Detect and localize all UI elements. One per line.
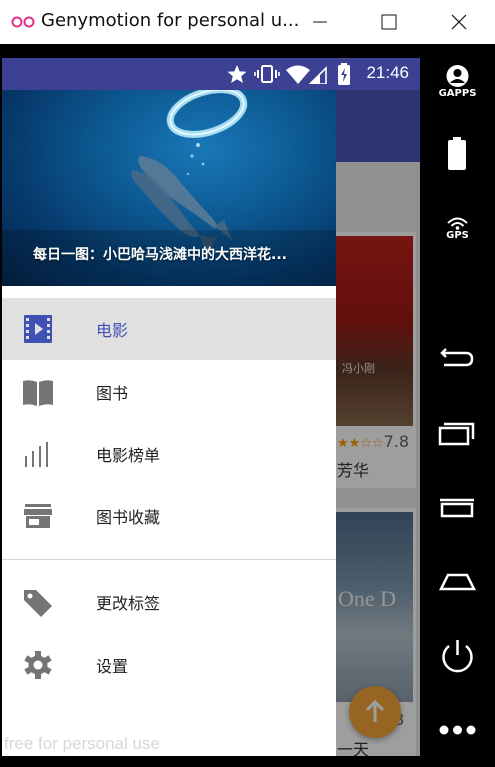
daily-image-caption: 每日一图：小巴哈马浅滩中的大西洋花... xyxy=(33,247,287,263)
menu-icon xyxy=(440,498,474,518)
settings-gear-icon xyxy=(24,651,52,679)
gps-label: GPS xyxy=(446,230,469,241)
gps-icon xyxy=(447,217,468,230)
drawer-item-change-tags[interactable]: 更改标签 xyxy=(2,571,336,633)
gapps-label: GAPPS xyxy=(438,88,477,99)
power-icon xyxy=(442,640,473,673)
maximize-button[interactable] xyxy=(353,0,423,44)
more-icon xyxy=(439,725,476,735)
device-screen: 冯小刚 ★★☆☆7.8 芳华 One D 8 一天 xyxy=(2,58,420,756)
drawer-scrim[interactable] xyxy=(336,162,420,756)
window-titlebar: Genymotion for personal u... xyxy=(0,0,495,44)
drawer-item-label: 设置 xyxy=(96,657,129,676)
maximize-icon xyxy=(381,14,397,30)
star-icon xyxy=(227,65,247,83)
gps-button[interactable]: GPS xyxy=(420,214,495,244)
home-button[interactable] xyxy=(420,570,495,592)
battery-button[interactable] xyxy=(420,136,495,172)
close-button[interactable] xyxy=(423,0,493,44)
back-button[interactable] xyxy=(420,344,495,374)
drawer-item-label: 更改标签 xyxy=(96,594,161,613)
battery-charging-icon xyxy=(338,63,350,85)
drawer-item-book-collection[interactable]: 图书收藏 xyxy=(2,485,336,547)
gapps-button[interactable]: GAPPS xyxy=(420,62,495,104)
status-time: 21:46 xyxy=(366,63,409,82)
battery-icon xyxy=(448,137,466,170)
close-icon xyxy=(451,14,467,30)
drawer-header-image: 每日一图：小巴哈马浅滩中的大西洋花... xyxy=(2,90,336,286)
minimize-button[interactable] xyxy=(285,0,355,44)
signal-icon xyxy=(308,66,327,84)
recent-apps-icon xyxy=(438,422,475,446)
drawer-item-movie-charts[interactable]: 电影榜单 xyxy=(2,423,336,485)
drawer-item-settings[interactable]: 设置 xyxy=(2,634,336,696)
tag-icon xyxy=(24,590,52,617)
watermark: free for personal use xyxy=(4,734,160,753)
window-title: Genymotion for personal u... xyxy=(41,10,300,31)
drawer-item-label: 电影榜单 xyxy=(96,446,161,465)
android-menu-button[interactable] xyxy=(420,496,495,518)
drawer-divider xyxy=(2,559,336,560)
drawer-item-movies[interactable]: 电影 xyxy=(2,298,336,360)
drawer-item-label: 电影 xyxy=(96,321,129,340)
store-icon xyxy=(24,504,52,528)
status-bar: 21:46 xyxy=(2,58,420,90)
book-icon xyxy=(23,380,53,406)
more-button[interactable] xyxy=(420,722,495,736)
gapps-icon xyxy=(446,65,469,87)
movie-film-icon xyxy=(24,315,52,343)
drawer-item-label: 图书收藏 xyxy=(96,508,161,527)
navigation-drawer: 每日一图：小巴哈马浅滩中的大西洋花... 电影 图书 电影榜单 图书收藏 更改标… xyxy=(2,58,336,756)
home-icon xyxy=(438,573,477,591)
genymotion-logo-icon xyxy=(11,16,35,28)
drawer-item-label: 图书 xyxy=(96,384,129,403)
minimize-icon xyxy=(313,21,327,23)
drawer-item-books[interactable]: 图书 xyxy=(2,361,336,423)
bar-chart-icon xyxy=(25,442,48,467)
back-icon xyxy=(440,348,474,367)
recent-apps-button[interactable] xyxy=(420,420,495,446)
vibrate-icon xyxy=(254,65,280,83)
power-button[interactable] xyxy=(420,638,495,674)
